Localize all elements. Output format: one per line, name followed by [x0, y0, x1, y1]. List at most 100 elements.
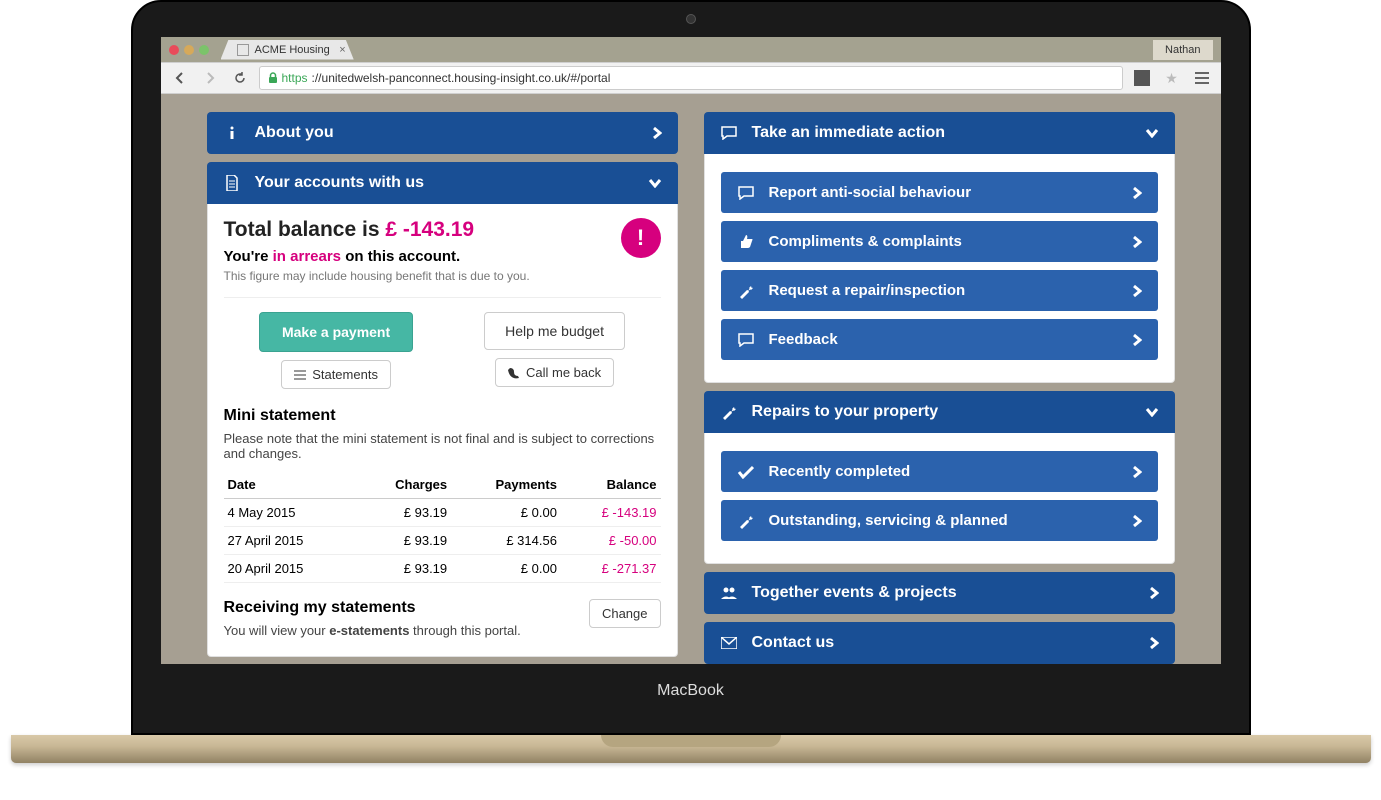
screen: ACME Housing × Nathan: [161, 37, 1221, 664]
url-bar: https ://unitedwelsh-panconnect.housing-…: [161, 62, 1221, 94]
receiving-text: You will view your e-statements through …: [224, 623, 521, 638]
panel-accounts[interactable]: Your accounts with us: [207, 162, 678, 204]
mini-statement-note: Please note that the mini statement is n…: [224, 431, 661, 461]
mini-statement-table: Date Charges Payments Balance 4 May 2015…: [224, 471, 661, 583]
chevron-right-icon: [1132, 284, 1142, 298]
panel-title: Contact us: [752, 634, 835, 652]
bookmark-star-icon[interactable]: ★: [1161, 67, 1183, 89]
laptop-notch: [601, 735, 781, 747]
chevron-right-icon: [1132, 186, 1142, 200]
close-tab-icon[interactable]: ×: [339, 44, 345, 56]
tab-bar: ACME Housing × Nathan: [161, 37, 1221, 62]
chevron-right-icon: [1132, 514, 1142, 528]
phone-icon: [508, 367, 520, 379]
action-recently-completed[interactable]: Recently completed: [721, 451, 1158, 492]
chevron-right-icon: [1132, 235, 1142, 249]
immediate-action-list: Report anti-social behaviour Compliments …: [704, 154, 1175, 383]
cell-payments: £ 314.56: [451, 527, 561, 555]
panel-title: Together events & projects: [752, 584, 957, 602]
chevron-down-icon: [1145, 128, 1159, 138]
receiving-title: Receiving my statements: [224, 599, 521, 617]
chat-icon: [737, 186, 755, 200]
maximize-window-icon[interactable]: [199, 45, 209, 55]
menu-icon[interactable]: [1191, 67, 1213, 89]
cell-balance: £ -50.00: [561, 527, 661, 555]
forward-button[interactable]: [199, 67, 221, 89]
url-protocol: https: [282, 71, 308, 85]
panel-contact-us[interactable]: Contact us: [704, 622, 1175, 664]
arrears-status: in arrears: [273, 248, 341, 265]
action-label: Request a repair/inspection: [769, 282, 966, 299]
cell-balance: £ -271.37: [561, 555, 661, 583]
change-button[interactable]: Change: [589, 599, 661, 628]
cell-date: 27 April 2015: [224, 527, 357, 555]
action-request-a-repair-inspection[interactable]: Request a repair/inspection: [721, 270, 1158, 311]
wrench-icon: [737, 283, 755, 299]
arrears-line: You're in arrears on this account.: [224, 248, 530, 265]
browser-tab[interactable]: ACME Housing ×: [221, 40, 354, 60]
thumbs-icon: [737, 234, 755, 250]
wrench-icon: [737, 513, 755, 529]
table-row: 4 May 2015£ 93.19£ 0.00£ -143.19: [224, 499, 661, 527]
cell-payments: £ 0.00: [451, 555, 561, 583]
address-bar[interactable]: https ://unitedwelsh-panconnect.housing-…: [259, 66, 1123, 90]
cell-date: 20 April 2015: [224, 555, 357, 583]
laptop-bezel: ACME Housing × Nathan: [131, 0, 1251, 735]
cell-balance: £ -143.19: [561, 499, 661, 527]
table-row: 20 April 2015£ 93.19£ 0.00£ -271.37: [224, 555, 661, 583]
people-icon: [720, 586, 738, 600]
envelope-icon: [720, 637, 738, 649]
chevron-right-icon: [1132, 333, 1142, 347]
col-charges: Charges: [356, 471, 451, 499]
back-button[interactable]: [169, 67, 191, 89]
chevron-right-icon: [1149, 636, 1159, 650]
tab-title: ACME Housing: [255, 44, 330, 56]
reload-button[interactable]: [229, 67, 251, 89]
minimize-window-icon[interactable]: [184, 45, 194, 55]
action-outstanding-servicing-planned[interactable]: Outstanding, servicing & planned: [721, 500, 1158, 541]
make-payment-button[interactable]: Make a payment: [259, 312, 413, 352]
chevron-right-icon: [652, 126, 662, 140]
panel-title: Repairs to your property: [752, 403, 939, 421]
accounts-body: Total balance is £ -143.19 You're in arr…: [207, 204, 678, 657]
lock-icon: [268, 72, 278, 84]
browser-chrome: ACME Housing × Nathan: [161, 37, 1221, 94]
mini-statement-title: Mini statement: [224, 407, 661, 425]
profile-chip[interactable]: Nathan: [1153, 40, 1212, 60]
chevron-right-icon: [1132, 465, 1142, 479]
panel-title: Take an immediate action: [752, 124, 946, 142]
action-label: Feedback: [769, 331, 838, 348]
laptop-base: [11, 735, 1371, 763]
panel-together-events[interactable]: Together events & projects: [704, 572, 1175, 614]
total-balance-label: Total balance is: [224, 218, 386, 241]
document-icon: [223, 175, 241, 191]
action-report-anti-social-behaviour[interactable]: Report anti-social behaviour: [721, 172, 1158, 213]
translate-icon[interactable]: [1131, 67, 1153, 89]
webcam-icon: [686, 14, 696, 24]
action-label: Recently completed: [769, 463, 911, 480]
cell-payments: £ 0.00: [451, 499, 561, 527]
close-window-icon[interactable]: [169, 45, 179, 55]
panel-immediate-action[interactable]: Take an immediate action: [704, 112, 1175, 154]
window-traffic-lights[interactable]: [169, 45, 209, 55]
right-column: Take an immediate action Report anti-soc…: [704, 104, 1175, 664]
total-balance: Total balance is £ -143.19: [224, 218, 530, 242]
action-label: Outstanding, servicing & planned: [769, 512, 1008, 529]
cell-date: 4 May 2015: [224, 499, 357, 527]
cell-charges: £ 93.19: [356, 527, 451, 555]
action-label: Report anti-social behaviour: [769, 184, 972, 201]
cell-charges: £ 93.19: [356, 499, 451, 527]
device-label: MacBook: [161, 664, 1221, 718]
panel-about-you[interactable]: About you: [207, 112, 678, 154]
action-feedback[interactable]: Feedback: [721, 319, 1158, 360]
url-path: ://unitedwelsh-panconnect.housing-insigh…: [312, 71, 611, 85]
action-compliments-complaints[interactable]: Compliments & complaints: [721, 221, 1158, 262]
chat-icon: [737, 333, 755, 347]
table-row: 27 April 2015£ 93.19£ 314.56£ -50.00: [224, 527, 661, 555]
chevron-right-icon: [1149, 586, 1159, 600]
panel-repairs[interactable]: Repairs to your property: [704, 391, 1175, 433]
call-me-back-button[interactable]: Call me back: [495, 358, 614, 387]
statements-button[interactable]: Statements: [281, 360, 391, 389]
help-budget-button[interactable]: Help me budget: [484, 312, 625, 350]
col-date: Date: [224, 471, 357, 499]
